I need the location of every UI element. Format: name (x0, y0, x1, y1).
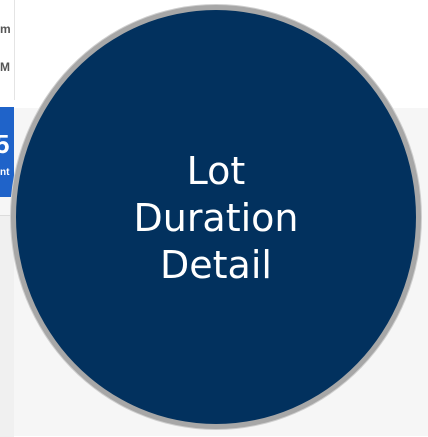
background-kpi-tile: 5 nt (0, 107, 14, 197)
button-label-line-2: Duration (133, 195, 299, 240)
background-text-line-1: m (0, 22, 11, 36)
lot-duration-detail-button[interactable]: Lot Duration Detail (11, 5, 421, 429)
background-panel (0, 215, 14, 437)
background-kpi-caption: nt (0, 167, 10, 178)
button-label-line-1: Lot (186, 148, 246, 193)
background-divider (14, 0, 15, 100)
button-label: Lot Duration Detail (16, 148, 416, 289)
background-kpi-value: 5 (0, 129, 10, 159)
background-text-line-2: M (0, 60, 10, 74)
button-label-line-3: Detail (160, 242, 272, 287)
